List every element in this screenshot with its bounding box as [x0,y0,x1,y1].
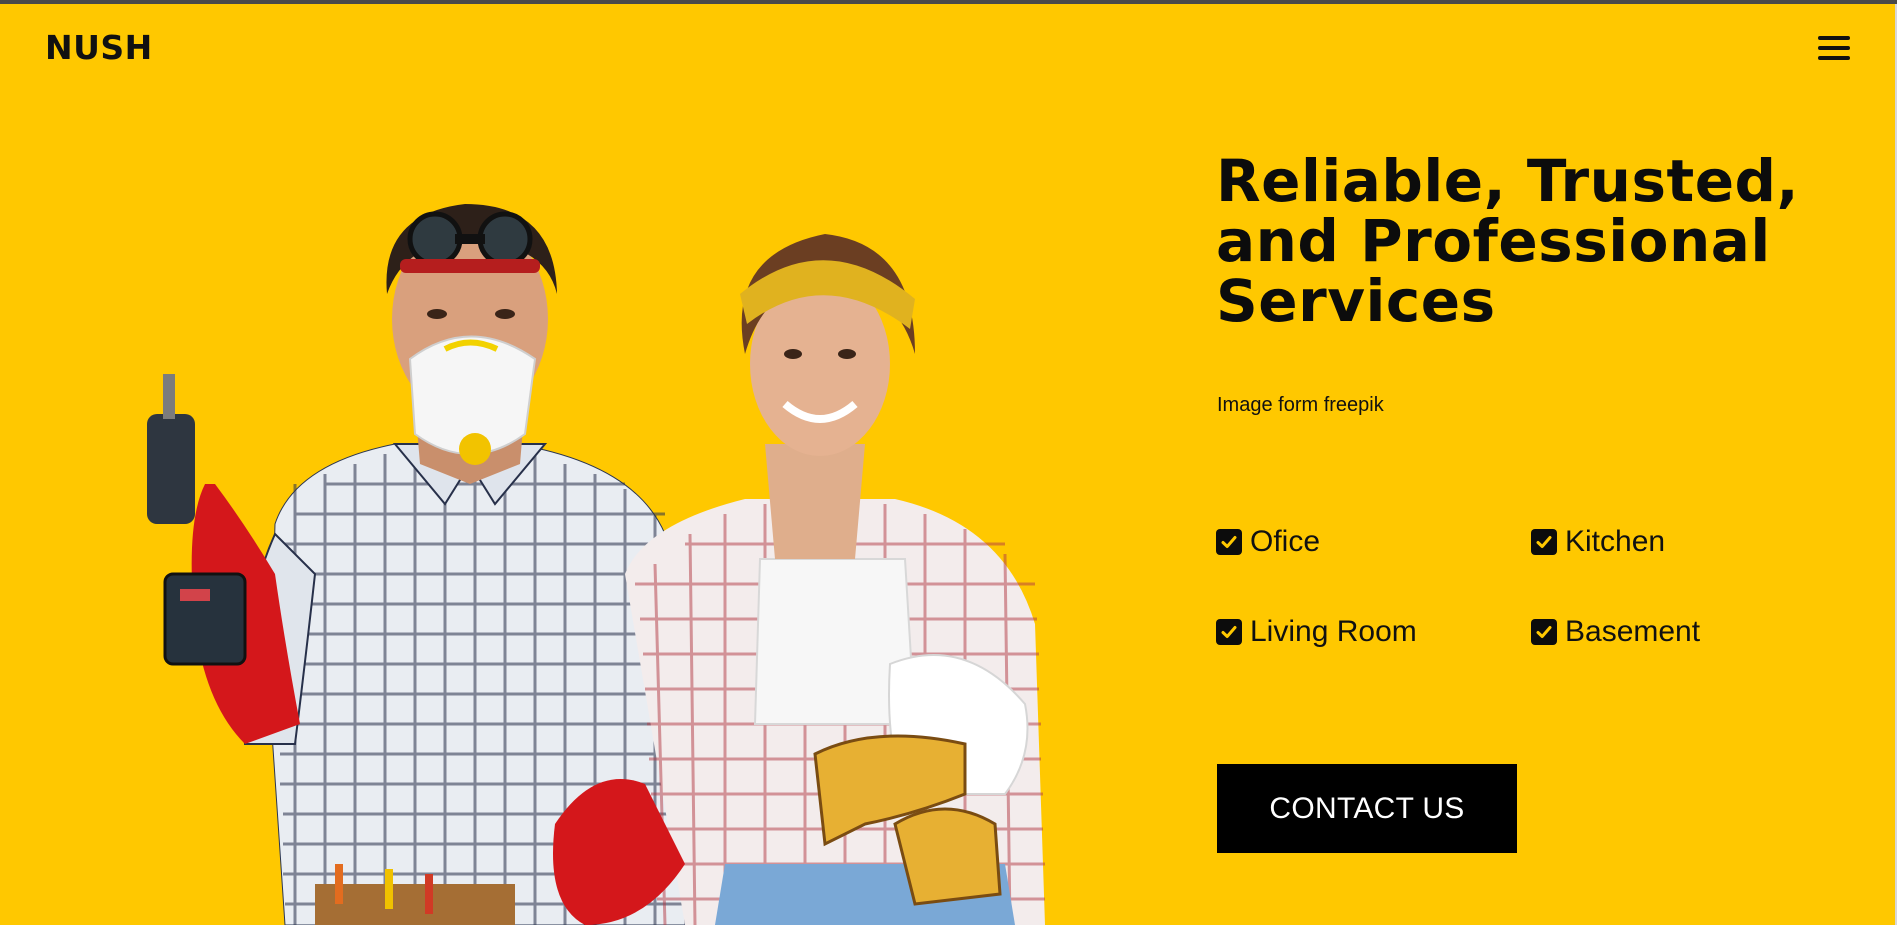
feature-label: Basement [1565,615,1701,648]
checkbox-checked-icon [1216,619,1242,645]
workers-photo [147,204,1045,925]
contact-us-button[interactable]: CONTACT US [1217,764,1517,853]
checkbox-checked-icon [1216,529,1242,555]
goggle-bridge [455,234,485,244]
woman-neck [765,444,865,559]
mask-valve [459,433,491,465]
feature-item-basement: Basement [1531,614,1700,650]
headline-line-2: and Professional [1216,207,1771,275]
menu-bar [1818,46,1850,50]
feature-label: Ofice [1250,525,1321,558]
goggle-left [407,211,463,267]
hero-headline: Reliable, Trusted, and Professional Serv… [1216,151,1836,331]
hero-page: NUSH Reliable, Trusted, and Professional… [0,4,1895,925]
headline-line-1: Reliable, Trusted, [1216,147,1800,215]
drill-body [147,414,195,524]
feature-item-kitchen: Kitchen [1531,524,1665,560]
hamburger-menu-button[interactable] [1816,30,1854,64]
checkbox-checked-icon [1531,529,1557,555]
drill-bit [163,374,175,419]
image-credit: Image form freepik [1217,394,1384,416]
feature-item-living-room: Living Room [1216,614,1417,650]
goggle-strap [400,259,540,273]
checkbox-checked-icon [1531,619,1557,645]
feature-item-office: Ofice [1216,524,1320,560]
menu-bar [1818,56,1850,60]
drill-battery [163,572,247,666]
feature-label: Living Room [1250,615,1417,648]
goggle-right [477,211,533,267]
feature-label: Kitchen [1565,525,1666,558]
menu-bar [1818,36,1850,40]
headline-line-3: Services [1216,267,1496,335]
feature-list: Ofice Kitchen Living Room Basement [1216,524,1856,664]
tool-belt [315,884,515,925]
brand-logo[interactable]: NUSH [45,28,153,67]
yellow-glove-right [893,807,1002,906]
